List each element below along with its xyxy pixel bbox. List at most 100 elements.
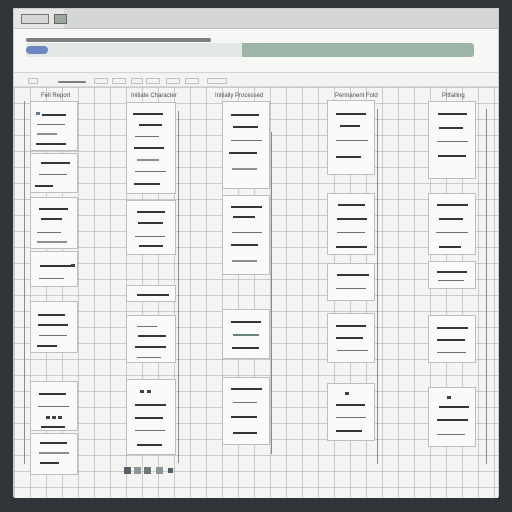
card-line — [437, 352, 466, 353]
status-icon[interactable] — [134, 467, 141, 474]
task-card[interactable] — [30, 433, 78, 475]
card-line — [336, 430, 362, 432]
card-line — [137, 159, 159, 161]
task-card[interactable] — [126, 200, 176, 255]
card-line — [135, 236, 165, 237]
card-line — [40, 265, 75, 267]
toolbar-chip[interactable] — [58, 81, 86, 83]
card-line — [138, 222, 163, 224]
task-card[interactable] — [428, 261, 476, 289]
card-icon — [71, 264, 75, 267]
toolbar-chip[interactable] — [131, 78, 143, 84]
task-card[interactable] — [30, 251, 78, 287]
card-line — [233, 334, 259, 336]
status-icon[interactable] — [168, 468, 173, 473]
task-card[interactable] — [222, 195, 270, 275]
card-line — [437, 141, 468, 142]
card-line — [233, 126, 258, 128]
card-line — [135, 346, 166, 348]
card-line — [38, 314, 65, 316]
window-primary-button[interactable] — [21, 14, 49, 24]
task-card[interactable] — [30, 381, 78, 431]
card-line — [233, 216, 255, 218]
task-card[interactable] — [428, 193, 476, 255]
filter-toolbar — [14, 64, 498, 87]
toolbar-chip[interactable] — [94, 78, 108, 84]
task-card[interactable] — [30, 301, 78, 353]
toolbar-chip[interactable] — [207, 78, 227, 84]
toolbar-chip[interactable] — [28, 78, 38, 84]
card-line — [38, 406, 69, 407]
status-icon[interactable] — [124, 467, 131, 474]
task-card[interactable] — [30, 101, 78, 151]
card-icon — [52, 416, 56, 419]
task-card[interactable] — [327, 383, 375, 441]
task-card[interactable] — [30, 153, 78, 193]
card-line — [232, 260, 257, 262]
card-line — [39, 174, 67, 175]
card-line — [39, 393, 66, 395]
status-icon[interactable] — [156, 467, 163, 474]
column-heading: Initiate Character — [131, 93, 177, 99]
toolbar-chip[interactable] — [112, 78, 126, 84]
task-card[interactable] — [327, 313, 375, 363]
card-line — [436, 232, 468, 233]
card-line — [139, 245, 163, 247]
card-line — [437, 419, 468, 421]
task-card[interactable] — [222, 377, 270, 445]
lane-separator — [24, 101, 25, 464]
toolbar-chip[interactable] — [185, 78, 199, 84]
task-card[interactable] — [126, 315, 176, 363]
toolbar-chip[interactable] — [166, 78, 180, 84]
toolbar-divider — [26, 38, 211, 42]
card-line — [437, 271, 467, 273]
card-line — [437, 339, 465, 341]
card-line — [138, 335, 166, 337]
task-card[interactable] — [327, 100, 375, 175]
card-line — [340, 125, 360, 127]
task-card[interactable] — [327, 193, 375, 255]
card-line — [135, 136, 159, 137]
card-line — [336, 404, 365, 406]
card-icon — [147, 390, 151, 393]
title-bar — [14, 9, 498, 29]
card-line — [231, 206, 262, 208]
card-line — [37, 345, 57, 347]
card-line — [135, 171, 166, 172]
card-line — [233, 402, 257, 403]
card-icon — [447, 396, 451, 399]
task-card[interactable] — [428, 315, 476, 363]
card-line — [336, 288, 366, 289]
card-line — [439, 406, 469, 408]
card-line — [40, 462, 59, 464]
task-card[interactable] — [222, 101, 270, 189]
toolbar-chip[interactable] — [146, 78, 160, 84]
search-bar[interactable] — [26, 43, 474, 57]
task-card[interactable] — [126, 379, 176, 455]
card-line — [438, 155, 466, 157]
card-line — [38, 324, 68, 326]
card-line — [232, 168, 257, 170]
task-card[interactable] — [222, 309, 270, 359]
card-line — [41, 162, 70, 164]
card-line — [135, 430, 165, 431]
card-line — [231, 321, 261, 323]
card-line — [231, 244, 258, 246]
card-line — [438, 113, 467, 115]
task-card[interactable] — [428, 387, 476, 447]
card-line — [231, 416, 257, 418]
card-line — [133, 113, 163, 115]
column-heading: Initially Processed — [215, 93, 264, 99]
card-line — [336, 156, 361, 158]
task-card[interactable] — [30, 197, 78, 249]
task-card[interactable] — [126, 102, 176, 194]
card-line — [338, 204, 365, 206]
task-card[interactable] — [428, 101, 476, 179]
task-card[interactable] — [126, 285, 176, 302]
card-line — [41, 218, 62, 220]
window-secondary-button[interactable] — [54, 14, 67, 24]
task-card[interactable] — [327, 263, 375, 301]
card-line — [35, 185, 53, 187]
status-icon[interactable] — [144, 467, 151, 474]
card-line — [37, 133, 57, 135]
